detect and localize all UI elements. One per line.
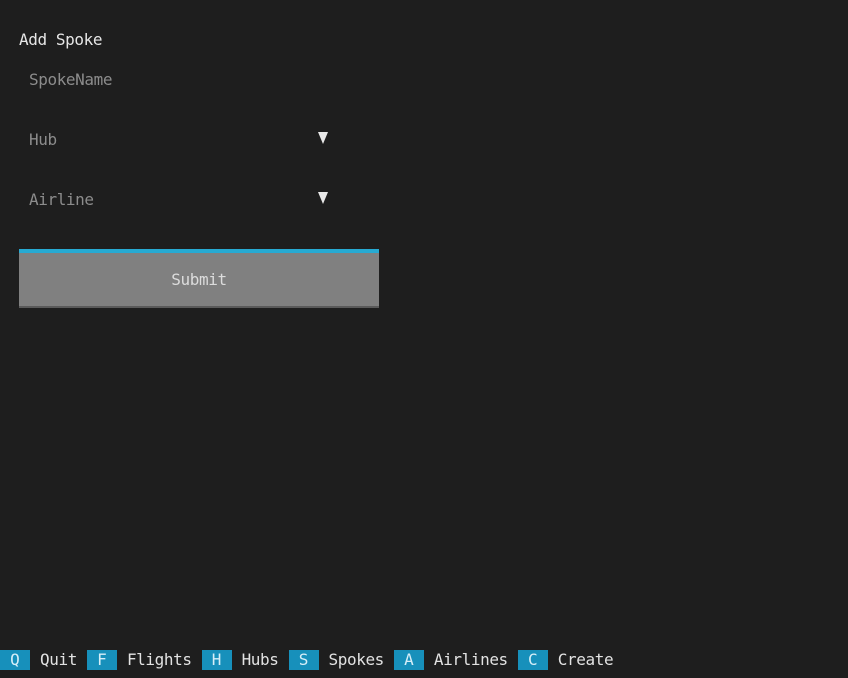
hub-select[interactable]: Hub <box>19 120 339 160</box>
key-flights[interactable]: F <box>86 650 117 670</box>
key-quit-label[interactable]: Quit <box>30 650 87 670</box>
dropdown-arrow-icon[interactable] <box>318 192 328 204</box>
airline-select-placeholder: Airline <box>29 190 94 209</box>
spoke-name-placeholder: SpokeName <box>29 70 113 89</box>
key-hubs-label[interactable]: Hubs <box>232 650 289 670</box>
key-spokes[interactable]: S <box>288 650 319 670</box>
footer-keybindings: Q Quit F Flights H Hubs S Spokes A Airlines C Creat… <box>0 650 623 670</box>
key-flights-label[interactable]: Flights <box>117 650 202 670</box>
key-airlines[interactable]: A <box>393 650 424 670</box>
key-hubs[interactable]: H <box>201 650 232 670</box>
airline-select[interactable]: Airline <box>19 180 339 220</box>
key-spokes-label[interactable]: Spokes <box>319 650 394 670</box>
key-create[interactable]: C <box>517 650 548 670</box>
hub-select-placeholder: Hub <box>29 130 57 149</box>
key-quit[interactable]: Q <box>0 650 30 670</box>
page-title: Add Spoke <box>19 30 103 49</box>
key-create-label[interactable]: Create <box>548 650 623 670</box>
key-airlines-label[interactable]: Airlines <box>424 650 518 670</box>
dropdown-arrow-icon[interactable] <box>318 132 328 144</box>
spoke-name-input[interactable]: SpokeName <box>19 60 339 100</box>
submit-button[interactable]: Submit <box>19 249 379 308</box>
